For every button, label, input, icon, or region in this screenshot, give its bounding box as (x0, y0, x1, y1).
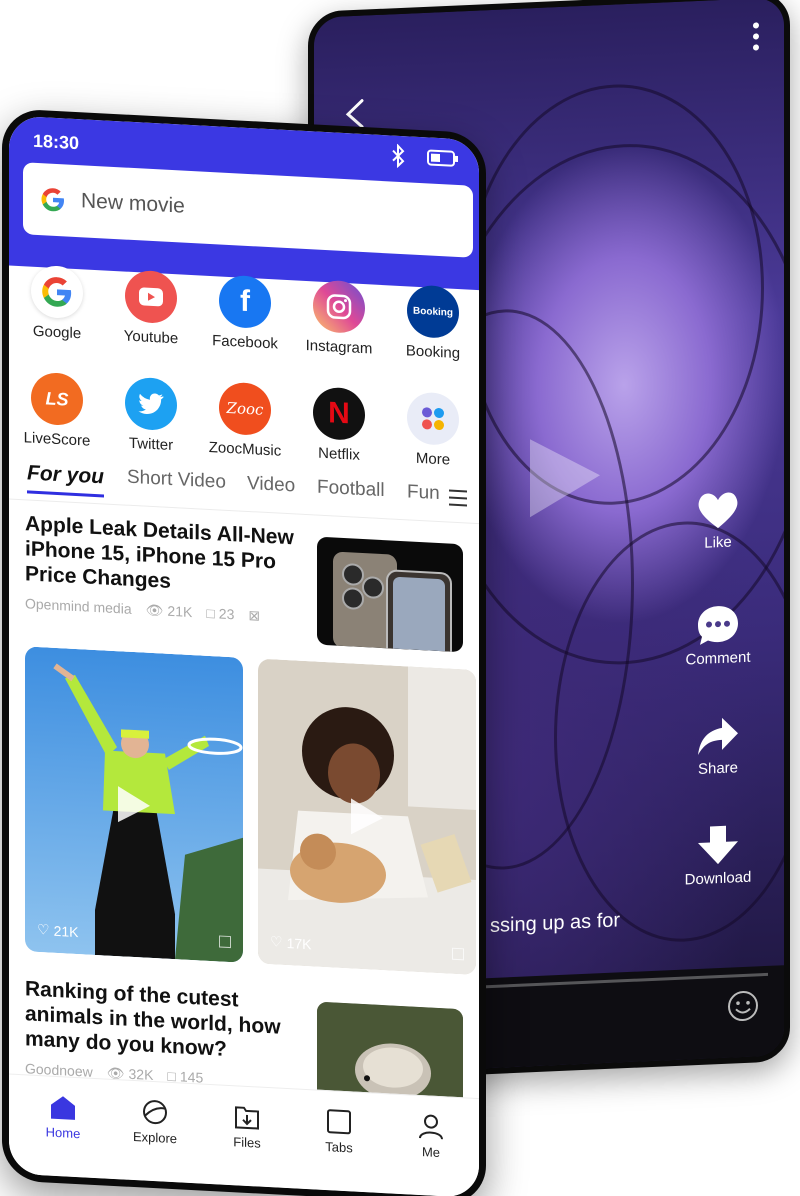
shortcut-label: ZoocMusic (208, 438, 282, 460)
share-button[interactable]: Share (668, 714, 768, 779)
more-options-icon[interactable] (752, 22, 760, 52)
comment-icon (698, 606, 738, 645)
download-label: Download (684, 868, 752, 889)
youtube-icon (125, 269, 177, 325)
nav-home[interactable]: Home (23, 1091, 103, 1142)
shortcut-google[interactable]: Google (9, 263, 105, 343)
shortcut-label: LiveScore (23, 429, 91, 450)
tab-football[interactable]: Football (317, 477, 385, 503)
download-button[interactable]: Download (668, 822, 768, 889)
shortcut-label: Booking (405, 342, 461, 363)
shortcut-booking[interactable]: Booking Booking (385, 283, 481, 363)
share-icon (698, 717, 738, 755)
like-count: ♡ 17K (270, 933, 311, 952)
nav-label: Explore (132, 1128, 178, 1147)
dismiss-icon[interactable]: ⊠ (248, 607, 260, 625)
article-comments: 23 (218, 605, 235, 623)
twitter-icon (125, 376, 177, 432)
search-input[interactable]: New movie (23, 162, 473, 258)
shortcut-livescore[interactable]: LS LiveScore (9, 370, 105, 450)
dismiss-icon[interactable] (219, 935, 231, 949)
home-icon (51, 1096, 75, 1120)
download-icon (698, 825, 738, 865)
share-label: Share (697, 759, 739, 778)
play-icon[interactable] (347, 794, 387, 840)
like-count-value: 21K (53, 922, 79, 940)
nav-label: Files (233, 1134, 261, 1151)
profile-icon (419, 1114, 443, 1140)
booking-icon: Booking (407, 284, 459, 340)
play-icon[interactable] (114, 781, 154, 827)
heart-outline-icon: ♡ (270, 933, 283, 950)
like-count-value: 17K (286, 934, 312, 952)
tab-short-video[interactable]: Short Video (127, 467, 226, 494)
tab-fun[interactable]: Fun (407, 481, 443, 505)
facebook-icon: f (219, 274, 271, 330)
dismiss-icon[interactable] (452, 947, 464, 961)
browser-screen: 18:30 New movie Google Youtube f Faceboo… (2, 108, 486, 1196)
heart-outline-icon: ♡ (37, 920, 50, 938)
explore-icon (143, 1100, 167, 1125)
article-title: Apple Leak Details All-New iPhone 15, iP… (25, 512, 294, 594)
shortcut-label: Google (32, 322, 82, 343)
like-count: ♡ 21K (37, 921, 78, 940)
tabs-icon (327, 1109, 351, 1135)
views-icon: 👁 (145, 601, 164, 619)
play-icon[interactable] (524, 430, 604, 523)
article-thumbnail (317, 536, 463, 653)
status-time: 18:30 (33, 130, 80, 154)
shortcut-label: Twitter (128, 434, 174, 455)
tab-video[interactable]: Video (247, 473, 295, 498)
nav-files[interactable]: Files (207, 1101, 287, 1152)
shortcut-netflix[interactable]: N Netflix (291, 385, 387, 465)
shortcut-more[interactable]: More (385, 390, 481, 470)
files-icon (235, 1106, 259, 1130)
article-card[interactable]: Apple Leak Details All-New iPhone 15, iP… (25, 511, 463, 653)
google-icon (41, 188, 64, 212)
shortcut-twitter[interactable]: Twitter (103, 375, 199, 455)
video-card[interactable]: ♡ 21K (25, 646, 243, 963)
comment-label: Comment (685, 648, 751, 669)
nav-explore[interactable]: Explore (115, 1096, 195, 1147)
tab-for-you[interactable]: For you (27, 461, 104, 489)
article-views: 21K (167, 602, 193, 621)
shortcut-label: Netflix (318, 444, 360, 464)
shortcut-label: Youtube (123, 327, 179, 348)
shortcut-instagram[interactable]: Instagram (291, 278, 387, 358)
nav-me[interactable]: Me (391, 1110, 471, 1161)
article-source: Openmind media (25, 595, 132, 617)
nav-label: Me (421, 1144, 441, 1161)
shortcut-facebook[interactable]: f Facebook (197, 273, 293, 353)
netflix-icon: N (313, 386, 365, 442)
bluetooth-icon (392, 143, 405, 169)
shortcut-label: More (415, 449, 451, 469)
more-apps-icon (407, 391, 459, 447)
google-icon (31, 264, 83, 320)
instagram-icon (313, 279, 365, 335)
video-card[interactable]: ♡ 17K (258, 658, 476, 975)
shortcut-label: Facebook (212, 332, 278, 353)
heart-icon (698, 492, 738, 529)
nav-label: Tabs (325, 1139, 353, 1156)
shortcut-zoocmusic[interactable]: Zooc ZoocMusic (197, 380, 293, 460)
search-text: New movie (81, 189, 185, 218)
comments-icon: □ (206, 604, 215, 622)
battery-icon (427, 149, 458, 167)
comment-button[interactable]: Comment (668, 602, 768, 669)
livescore-icon: LS (31, 371, 83, 427)
emoji-icon[interactable] (726, 988, 760, 1023)
tab-menu-icon[interactable] (449, 489, 467, 507)
like-label: Like (704, 533, 732, 552)
shortcut-youtube[interactable]: Youtube (103, 268, 199, 348)
like-button[interactable]: Like (668, 488, 768, 553)
article-title: Ranking of the cutest animals in the wor… (25, 977, 281, 1062)
shortcut-label: Instagram (305, 337, 373, 358)
browser-phone: 18:30 New movie Google Youtube f Faceboo… (0, 0, 490, 1196)
nav-label: Home (45, 1124, 81, 1142)
nav-tabs[interactable]: Tabs (299, 1106, 379, 1157)
zoocmusic-icon: Zooc (219, 381, 271, 437)
